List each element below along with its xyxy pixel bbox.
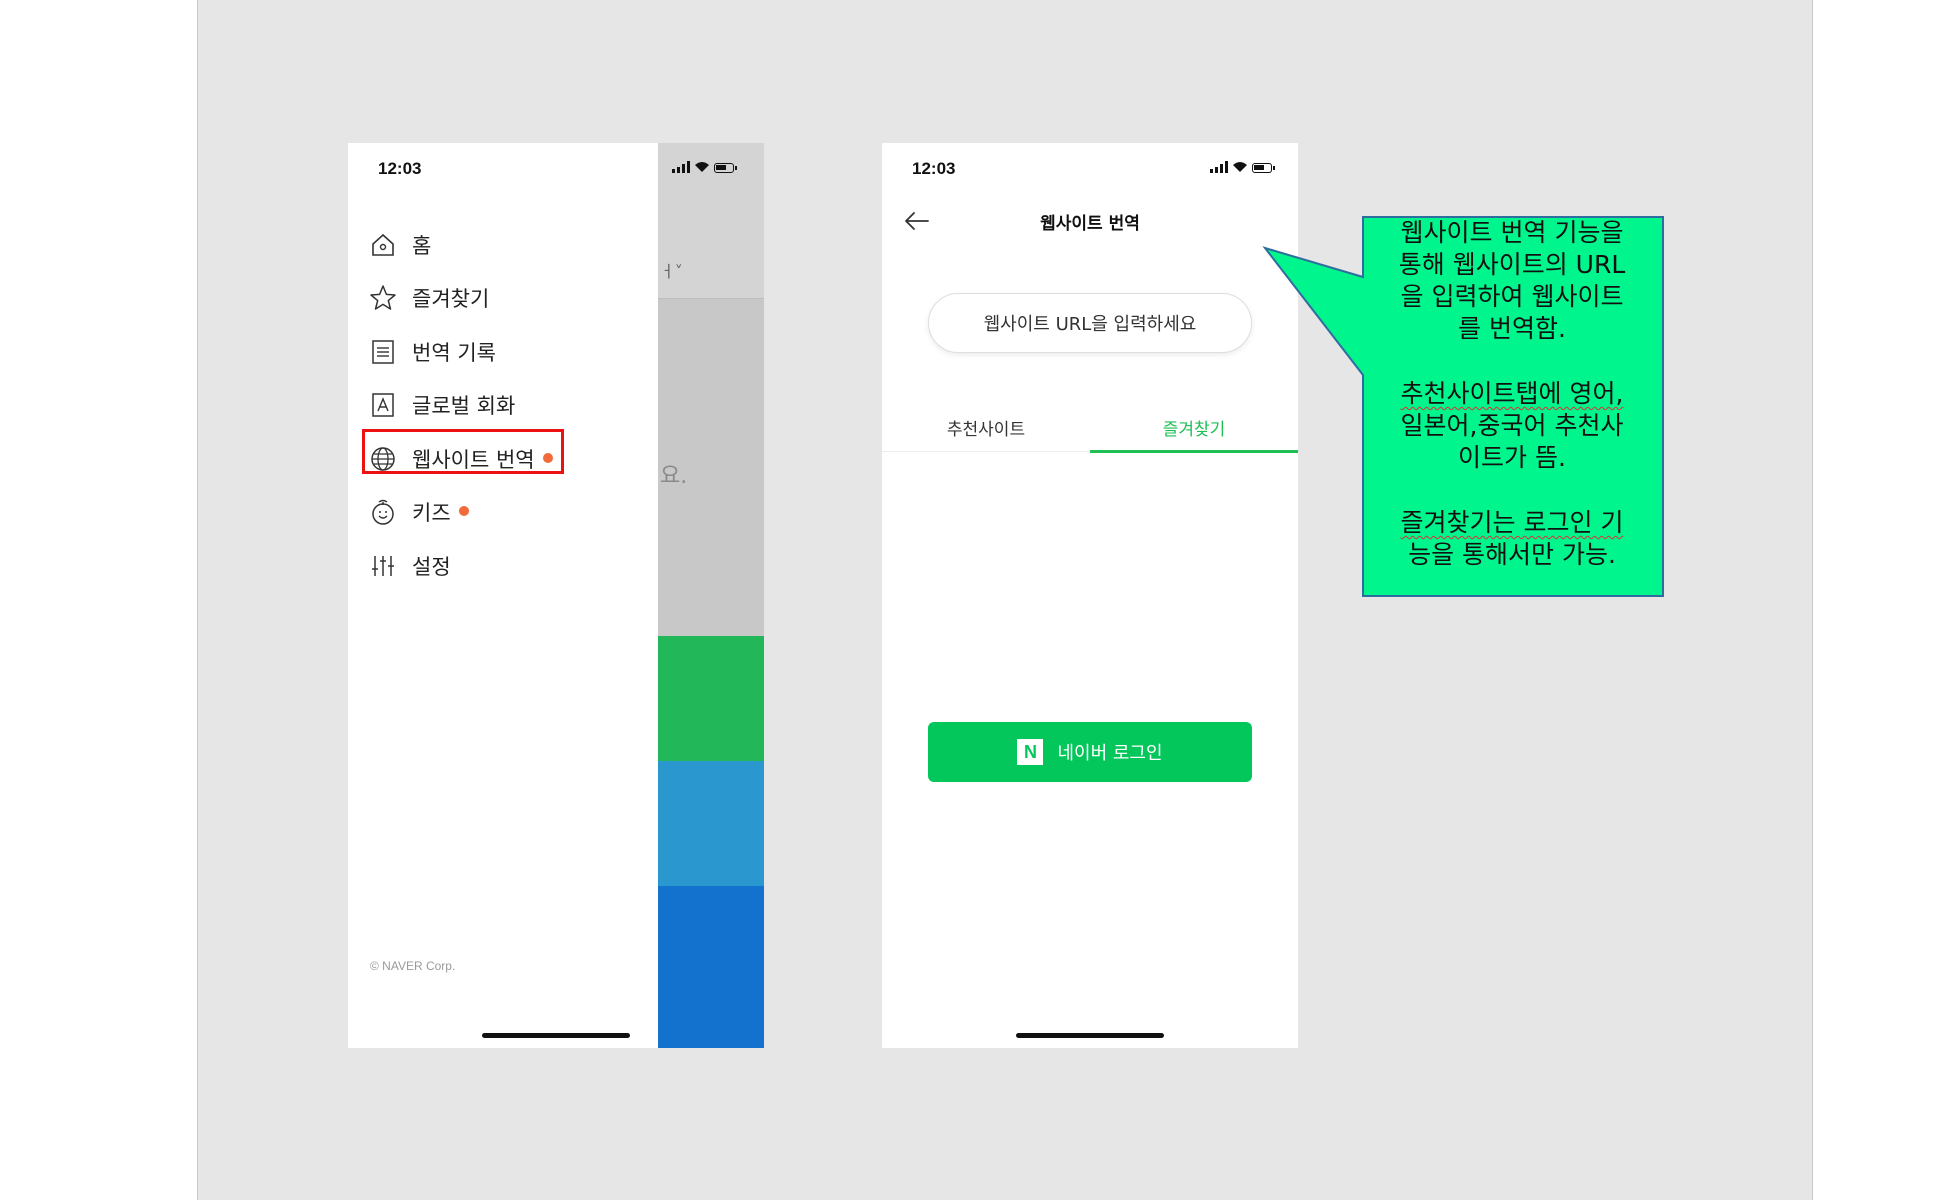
callout-line: 추천사이트탭에 영어, [1400, 379, 1624, 408]
tab-recommended-sites[interactable]: 추천사이트 [882, 403, 1090, 451]
menu-item-history[interactable]: 번역 기록 [368, 325, 648, 379]
callout-paragraph: 웹사이트 번역 기능을 통해 웹사이트의 URL 을 입력하여 웹사이트 를 번… [1362, 217, 1662, 345]
menu-item-label: 번역 기록 [412, 340, 496, 365]
wifi-icon [1233, 162, 1247, 172]
overlay-peek-text: 요. [660, 464, 688, 489]
callout-text: 웹사이트 번역 기능을 통해 웹사이트의 URL 을 입력하여 웹사이트 를 번… [1362, 217, 1662, 595]
menu-item-kids[interactable]: 키즈 [368, 486, 648, 540]
new-badge-dot [458, 506, 469, 517]
menu-item-label: 설정 [412, 554, 451, 579]
tab-favorites[interactable]: 즐겨찾기 [1090, 403, 1298, 453]
menu-item-label: 글로벌 회화 [412, 394, 516, 419]
status-time: 12:03 [912, 159, 956, 178]
wifi-icon [695, 162, 709, 172]
star-icon [368, 283, 398, 313]
menu-item-label: 키즈 [412, 501, 451, 526]
callout-line: 즐겨찾기는 로그인 기 [1400, 508, 1624, 537]
callout-line: 를 번역함. [1458, 314, 1566, 343]
callout-line: 이트가 뜸. [1458, 443, 1566, 472]
callout-line: 능을 통해서만 가능. [1408, 540, 1616, 569]
url-input-placeholder: 웹사이트 URL을 입력하세요 [983, 314, 1197, 335]
callout-paragraph: 추천사이트탭에 영어, 일본어,중국어 추천사 이트가 뜸. [1362, 378, 1662, 474]
phone-website-translate-screen: 12:03 웹사이트 번역 웹사이트 URL을 입력하세요 추천사이트 즐겨찾기… [882, 143, 1298, 1048]
callout-line: 웹사이트 번역 기능을 [1400, 218, 1624, 247]
url-input[interactable]: 웹사이트 URL을 입력하세요 [928, 293, 1252, 353]
tab-label: 추천사이트 [946, 419, 1026, 440]
login-button-label: 네이버 로그인 [1057, 743, 1163, 764]
tab-bar: 추천사이트 즐겨찾기 [882, 403, 1298, 453]
list-icon [368, 337, 398, 367]
side-drawer: 12:03 홈 즐겨찾기 번역 기록 글로벌 회화 웹사이트 번역 키즈 설정 … [348, 143, 658, 1048]
callout-line: 통해 웹사이트의 URL [1398, 250, 1626, 279]
naver-login-button[interactable]: N 네이버 로그인 [928, 722, 1252, 782]
phone-drawer-screen: 12:03 홈 즐겨찾기 번역 기록 글로벌 회화 웹사이트 번역 키즈 설정 … [348, 143, 764, 1048]
conversation-card-icon [368, 390, 398, 420]
home-indicator [1016, 1033, 1164, 1038]
menu-item-label: 홈 [412, 233, 432, 258]
signal-icon [1210, 161, 1228, 173]
signal-icon [672, 161, 690, 173]
callout-paragraph: 즐겨찾기는 로그인 기 능을 통해서만 가능. [1362, 507, 1662, 571]
overlay-lightblue-block [658, 761, 764, 886]
home-indicator [482, 1033, 630, 1038]
status-icons [1210, 161, 1275, 173]
status-icons [672, 161, 737, 173]
page-title: 웹사이트 번역 [1040, 214, 1140, 234]
callout-line: 일본어,중국어 추천사 [1400, 411, 1624, 440]
menu-item-global-conversation[interactable]: 글로벌 회화 [368, 379, 648, 433]
menu-item-favorites[interactable]: 즐겨찾기 [368, 272, 648, 326]
overlay-peek-text: ㅓ˅ [660, 262, 683, 281]
sliders-icon [368, 551, 398, 581]
highlight-box [362, 429, 564, 474]
copyright-text: © NAVER Corp. [370, 959, 456, 973]
menu-item-label: 즐겨찾기 [412, 287, 490, 312]
status-time: 12:03 [378, 159, 422, 178]
tab-label: 즐겨찾기 [1162, 419, 1226, 440]
overlay-blue-block [658, 886, 764, 1048]
drawer-menu: 홈 즐겨찾기 번역 기록 글로벌 회화 웹사이트 번역 키즈 설정 [368, 218, 648, 593]
callout-line: 을 입력하여 웹사이트 [1400, 282, 1624, 311]
overlay-green-block [658, 636, 764, 761]
battery-icon [1252, 163, 1275, 173]
menu-item-settings[interactable]: 설정 [368, 539, 648, 593]
home-icon [368, 230, 398, 260]
kids-icon [368, 497, 398, 527]
dimmed-background-overlay[interactable]: ㅓ˅ 요. [658, 143, 764, 1048]
naver-logo-icon: N [1017, 739, 1044, 765]
battery-icon [714, 163, 737, 173]
menu-item-home[interactable]: 홈 [368, 218, 648, 272]
